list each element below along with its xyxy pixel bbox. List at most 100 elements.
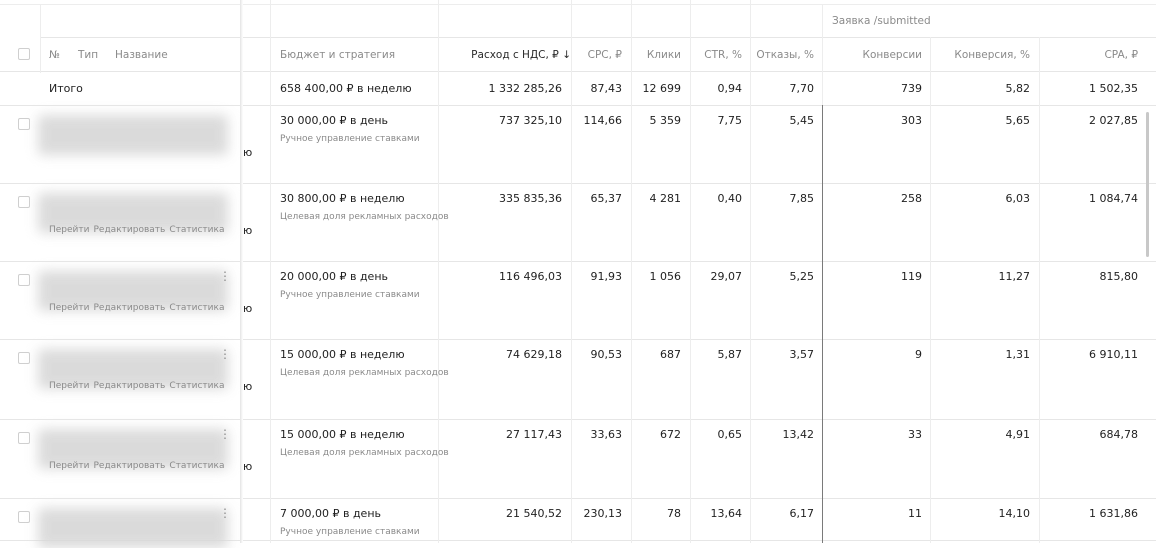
campaign-name-redacted <box>38 115 228 155</box>
header-type[interactable]: Тип <box>78 48 98 62</box>
header-cpc[interactable]: CPC, ₽ <box>588 48 622 62</box>
row-cpa: 684,78 <box>1099 428 1139 441</box>
row-ctr: 5,87 <box>717 348 743 361</box>
row-budget: 30 000,00 ₽ в день <box>280 114 389 127</box>
campaign-name-tail: ю <box>243 302 253 315</box>
header-ctr[interactable]: CTR, % <box>704 48 742 62</box>
header-cpa[interactable]: CPA, ₽ <box>1104 48 1138 62</box>
row-strategy: Целевая доля рекламных расходов <box>280 368 449 378</box>
row-checkbox[interactable] <box>18 511 30 523</box>
row-ctr: 13,64 <box>710 507 743 520</box>
sort-desc-icon: ↓ <box>562 49 571 61</box>
row-spend: 27 117,43 <box>506 428 562 441</box>
row-ctr: 0,65 <box>717 428 743 441</box>
row-action-link[interactable]: Редактировать <box>94 303 166 313</box>
row-menu-icon[interactable]: ⋮ <box>219 427 231 441</box>
row-spend: 74 629,18 <box>506 348 562 361</box>
row-cpa: 815,80 <box>1099 270 1139 283</box>
campaign-name-tail: ю <box>243 460 253 473</box>
row-action-link[interactable]: Редактировать <box>94 225 166 235</box>
row-conversions: 303 <box>901 114 922 127</box>
row-conversion-rate: 11,27 <box>998 270 1031 283</box>
row-bounces: 3,57 <box>789 348 815 361</box>
header-budget[interactable]: Бюджет и стратегия <box>280 48 395 62</box>
row-action-link[interactable]: Статистика <box>169 303 224 313</box>
total-bounces: 7,70 <box>789 82 815 95</box>
row-strategy: Ручное управление ставками <box>280 527 420 537</box>
row-strategy: Целевая доля рекламных расходов <box>280 212 449 222</box>
row-clicks: 5 359 <box>649 114 682 127</box>
row-conversions: 33 <box>908 428 922 441</box>
row-budget: 30 800,00 ₽ в неделю <box>280 192 405 205</box>
row-ctr: 29,07 <box>710 270 743 283</box>
row-action-link[interactable]: Редактировать <box>94 461 166 471</box>
row-bounces: 5,45 <box>789 114 815 127</box>
row-budget: 15 000,00 ₽ в неделю <box>280 428 405 441</box>
row-cpa: 2 027,85 <box>1089 114 1138 127</box>
row-conversion-rate: 4,91 <box>1005 428 1031 441</box>
row-strategy: Целевая доля рекламных расходов <box>280 448 449 458</box>
row-cpc: 114,66 <box>583 114 623 127</box>
row-cpa: 6 910,11 <box>1089 348 1138 361</box>
total-cpc: 87,43 <box>590 82 623 95</box>
row-action-link[interactable]: Статистика <box>169 381 224 391</box>
row-action-link[interactable]: Перейти <box>49 303 90 313</box>
header-spend-label: Расход с НДС, ₽ <box>471 49 559 61</box>
row-conversion-rate: 1,31 <box>1005 348 1031 361</box>
total-spend: 1 332 285,26 <box>488 82 562 95</box>
campaign-table: Заявка /submitted № Тип Название Бюджет … <box>0 0 1156 548</box>
row-cpc: 33,63 <box>590 428 623 441</box>
total-ctr: 0,94 <box>717 82 743 95</box>
row-conversions: 258 <box>901 192 922 205</box>
campaign-name-tail: ю <box>243 380 253 393</box>
row-cpc: 90,53 <box>590 348 623 361</box>
header-conversion-rate[interactable]: Конверсия, % <box>954 48 1030 62</box>
row-action-link[interactable]: Статистика <box>169 225 224 235</box>
header-bounces[interactable]: Отказы, % <box>756 48 814 62</box>
row-cpa: 1 631,86 <box>1089 507 1138 520</box>
row-conversion-rate: 5,65 <box>1005 114 1031 127</box>
row-budget: 7 000,00 ₽ в день <box>280 507 382 520</box>
campaign-name-tail: ю <box>243 224 253 237</box>
row-bounces: 7,85 <box>789 192 815 205</box>
total-conversions: 739 <box>901 82 922 95</box>
row-menu-icon[interactable]: ⋮ <box>219 269 231 283</box>
row-cpc: 91,93 <box>590 270 623 283</box>
row-spend: 21 540,52 <box>506 507 562 520</box>
row-action-link[interactable]: Редактировать <box>94 381 166 391</box>
row-conversions: 119 <box>901 270 922 283</box>
row-clicks: 4 281 <box>649 192 682 205</box>
row-checkbox[interactable] <box>18 274 30 286</box>
row-action-link[interactable]: Статистика <box>169 461 224 471</box>
header-clicks[interactable]: Клики <box>647 48 681 62</box>
row-checkbox[interactable] <box>18 118 30 130</box>
header-conversions[interactable]: Конверсии <box>863 48 922 62</box>
row-checkbox[interactable] <box>18 196 30 208</box>
row-bounces: 5,25 <box>789 270 815 283</box>
row-cpc: 65,37 <box>590 192 623 205</box>
row-spend: 116 496,03 <box>499 270 562 283</box>
total-budget: 658 400,00 ₽ в неделю <box>280 82 412 95</box>
row-action-link[interactable]: Перейти <box>49 225 90 235</box>
row-menu-icon[interactable]: ⋮ <box>219 347 231 361</box>
row-ctr: 0,40 <box>717 192 743 205</box>
row-budget: 15 000,00 ₽ в неделю <box>280 348 405 361</box>
row-conversions: 11 <box>908 507 922 520</box>
row-conversions: 9 <box>915 348 922 361</box>
row-action-link[interactable]: Перейти <box>49 461 90 471</box>
total-clicks: 12 699 <box>642 82 682 95</box>
row-checkbox[interactable] <box>18 352 30 364</box>
total-conversion-rate: 5,82 <box>1005 82 1031 95</box>
row-spend: 335 835,36 <box>499 192 562 205</box>
row-checkbox[interactable] <box>18 432 30 444</box>
row-menu-icon[interactable]: ⋮ <box>219 506 231 520</box>
campaign-name-tail: ю <box>243 146 253 159</box>
header-name[interactable]: Название <box>115 48 168 62</box>
vertical-scrollbar[interactable] <box>1146 112 1149 257</box>
header-number[interactable]: № <box>49 48 60 62</box>
select-all-checkbox[interactable] <box>18 48 30 60</box>
row-action-link[interactable]: Перейти <box>49 381 90 391</box>
row-clicks: 1 056 <box>649 270 682 283</box>
header-spend[interactable]: Расход с НДС, ₽ ↓ <box>471 48 571 62</box>
row-conversion-rate: 14,10 <box>998 507 1031 520</box>
